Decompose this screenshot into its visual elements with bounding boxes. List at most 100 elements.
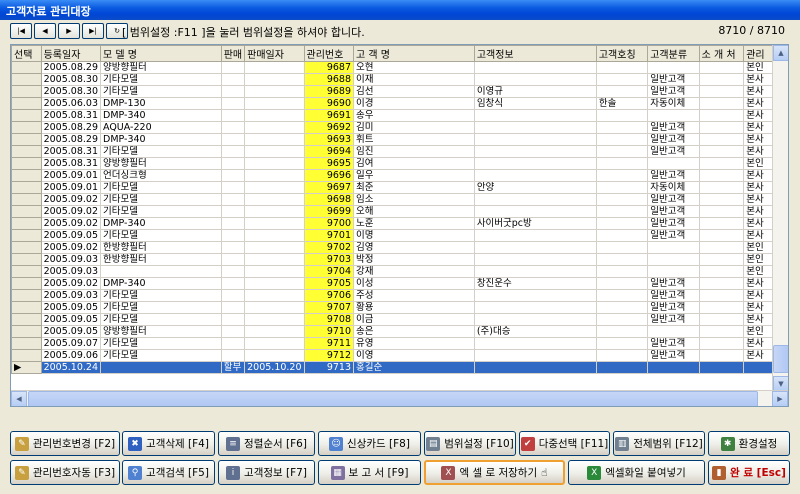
vertical-scroll-thumb[interactable] [773, 345, 788, 373]
column-header[interactable]: 등록일자 [40, 45, 102, 62]
column-header[interactable]: 판매일자 [244, 45, 305, 62]
horizontal-scrollbar[interactable]: ◀ ▶ [11, 390, 788, 406]
table-row[interactable]: 2005.09.05 기타모델 9701 이명 일반고객 본사 [11, 229, 788, 242]
column-header[interactable]: 관리번호 [303, 45, 355, 62]
exit-button[interactable]: ▮ 완 료 [Esc] [708, 460, 790, 485]
row-selector[interactable] [11, 301, 42, 314]
sort-order-button[interactable]: ≡ 정렬순서 [F6] [218, 431, 315, 456]
row-selector[interactable] [11, 61, 42, 74]
table-row[interactable]: 2005.09.07 기타모델 9711 유영 일반고객 본사 [11, 337, 788, 350]
table-row[interactable]: 2005.09.06 기타모델 9712 이영 일반고객 본사 [11, 349, 788, 362]
customer-grid[interactable]: 선택 등록일자 모 델 명 판매 판매일자 관리번호 고 객 명 고객정보 고객호칭 고객분류 소 … [10, 44, 789, 407]
save-excel-button[interactable]: X엑 셀 로 저장하기 ☝ [424, 460, 565, 485]
row-selector[interactable] [11, 337, 42, 350]
column-header[interactable]: 고객정보 [473, 45, 597, 62]
row-selector[interactable] [11, 133, 42, 146]
table-row[interactable]: 2005.06.03 DMP-130 9690 이경 임창식 한솔 자동이체 본사 [11, 97, 788, 110]
row-selector[interactable] [11, 85, 42, 98]
table-row[interactable]: 2005.08.31 DMP-340 9691 송우 본사 [11, 109, 788, 122]
paste-excel-button[interactable]: X 엑셀화일 붙여넣기 [568, 460, 705, 485]
vertical-scrollbar[interactable]: ▲ ▼ [772, 45, 788, 392]
change-id-button[interactable]: ✎ 관리번호변경 [F2] [10, 431, 120, 456]
delete-customer-button[interactable]: ✖ 고객삭제 [F4] [122, 431, 215, 456]
multi-select-button[interactable]: ✔ 다중선택 [F11] [519, 431, 610, 456]
table-row[interactable]: 2005.09.02 기타모델 9699 오해 일반고객 본사 [11, 205, 788, 218]
row-selector[interactable] [11, 241, 42, 254]
row-selector[interactable] [11, 313, 42, 326]
row-selector[interactable] [11, 193, 42, 206]
row-selector[interactable] [11, 109, 42, 122]
scroll-up-icon[interactable]: ▲ [773, 45, 788, 61]
table-row[interactable]: 2005.08.31 양방향필터 9695 김여 본인 [11, 157, 788, 170]
row-selector[interactable] [11, 121, 42, 134]
table-cell: 9695 [304, 157, 355, 170]
row-selector[interactable] [11, 217, 42, 230]
table-row[interactable]: 2005.09.03 한방향필터 9703 박정 본인 [11, 253, 788, 266]
table-row[interactable]: 2005.09.02 DMP-340 9700 노훈 사이버굿pc방 일반고객 본사 [11, 217, 788, 230]
row-selector[interactable] [11, 145, 42, 158]
prev-record-icon[interactable]: ◀ [34, 23, 56, 39]
report-button[interactable]: ▦ 보 고 서 [F9] [318, 460, 421, 485]
row-selector[interactable] [11, 181, 42, 194]
auto-id-button[interactable]: ✎ 관리번호자동 [F3] [10, 460, 120, 485]
table-row[interactable]: 2005.09.05 기타모델 9708 이금 일반고객 본사 [11, 313, 788, 326]
row-selector[interactable] [11, 229, 42, 242]
row-selector[interactable] [11, 349, 42, 362]
row-selector[interactable] [11, 253, 42, 266]
column-header[interactable]: 소 개 처 [698, 45, 745, 62]
scroll-left-icon[interactable]: ◀ [11, 391, 27, 406]
table-row[interactable]: ▶ 2005.10.24 할부 2005.10.20 9713 홍길순 [11, 361, 788, 374]
table-cell: 기타모델 [100, 337, 222, 350]
row-selector[interactable] [11, 169, 42, 182]
table-row[interactable]: 2005.09.02 기타모델 9698 임소 일반고객 본사 [11, 193, 788, 206]
table-cell [474, 229, 597, 242]
table-row[interactable]: 2005.09.05 양방향필터 9710 송은 (주)대승 본인 [11, 325, 788, 338]
range-setting-button[interactable]: ▤ 범위설정 [F10] [424, 431, 516, 456]
next-record-icon[interactable]: ▶ [58, 23, 80, 39]
table-row[interactable]: 2005.08.30 기타모델 9689 김선 이영규 일반고객 본사 [11, 85, 788, 98]
scroll-right-icon[interactable]: ▶ [772, 391, 788, 406]
row-selector[interactable] [11, 265, 42, 278]
row-selector[interactable] [11, 157, 42, 170]
table-row[interactable]: 2005.09.01 언더싱크형 9696 일우 일반고객 본사 [11, 169, 788, 182]
column-header[interactable]: 모 델 명 [100, 45, 222, 62]
profile-card-button[interactable]: ☺ 신상카드 [F8] [318, 431, 421, 456]
table-row[interactable]: 2005.09.01 기타모델 9697 최준 안양 자동이체 본사 [11, 181, 788, 194]
table-row[interactable]: 2005.09.02 DMP-340 9705 이성 창진운수 일반고객 본사 [11, 277, 788, 290]
column-header[interactable]: 고 객 명 [353, 45, 475, 62]
row-selector[interactable]: ▶ [11, 361, 42, 374]
last-record-icon[interactable]: ▶| [82, 23, 104, 39]
info-icon: i [226, 465, 241, 480]
current-row-icon: ▶ [14, 362, 22, 373]
users-icon: ☺ [329, 436, 344, 451]
table-row[interactable]: 2005.09.03 기타모델 9706 주성 일반고객 본사 [11, 289, 788, 302]
row-selector[interactable] [11, 73, 42, 86]
column-header[interactable]: 판매 [220, 45, 246, 62]
row-selector[interactable] [11, 97, 42, 110]
full-range-button[interactable]: ▥ 전체범위 [F12] [613, 431, 705, 456]
table-row[interactable]: 2005.08.29 DMP-340 9693 휘트 일반고객 본사 [11, 133, 788, 146]
column-header[interactable]: 고객분류 [647, 45, 700, 62]
table-cell: 기타모델 [100, 301, 222, 314]
table-row[interactable]: 2005.08.30 기타모델 9688 이재 일반고객 본사 [11, 73, 788, 86]
row-selector[interactable] [11, 325, 42, 338]
settings-button[interactable]: ✱ 환경설정 [708, 431, 790, 456]
search-customer-button[interactable]: ⚲ 고객검색 [F5] [122, 460, 215, 485]
row-selector[interactable] [11, 205, 42, 218]
customer-info-button[interactable]: i 고객정보 [F7] [218, 460, 315, 485]
table-row[interactable]: 2005.08.29 AQUA-220 9692 김미 일반고객 본사 [11, 121, 788, 134]
first-record-icon[interactable]: |◀ [10, 23, 32, 39]
table-row[interactable]: 2005.08.29 양방향필터 9687 오현 본인 [11, 61, 788, 74]
row-selector[interactable] [11, 289, 42, 302]
table-row[interactable]: 2005.09.03 9704 강재 본인 [11, 265, 788, 278]
table-row[interactable]: 2005.09.05 기타모델 9707 황용 일반고객 본사 [11, 301, 788, 314]
table-cell [221, 229, 246, 242]
table-cell [699, 325, 745, 338]
table-row[interactable]: 2005.09.02 한방향필터 9702 김영 본인 [11, 241, 788, 254]
column-header[interactable]: 선택 [11, 45, 42, 62]
horizontal-scroll-thumb[interactable] [28, 391, 758, 406]
row-selector[interactable] [11, 277, 42, 290]
table-row[interactable]: 2005.08.31 기타모델 9694 임진 일반고객 본사 [11, 145, 788, 158]
column-header[interactable]: 고객호칭 [595, 45, 649, 62]
customer-table: 선택 등록일자 모 델 명 판매 판매일자 관리번호 고 객 명 고객정보 고객호칭 고객분류 소 … [11, 45, 788, 374]
